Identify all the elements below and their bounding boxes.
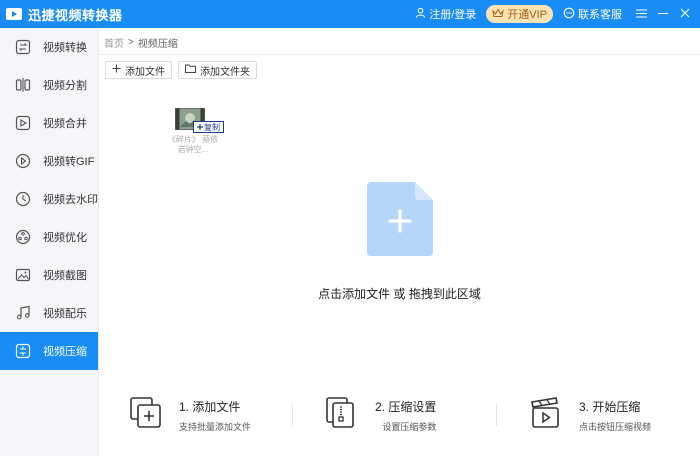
service-label: 联系客服 [578, 9, 622, 21]
screenshot-icon [14, 266, 32, 284]
close-icon [680, 7, 690, 21]
add-folder-label: 添加文件夹 [200, 66, 250, 78]
sidebar-item-watermark[interactable]: 视频去水印 [0, 180, 98, 218]
compress-settings-icon [325, 396, 359, 430]
close-button[interactable] [674, 0, 696, 28]
caption-line2: 岩钟空... [177, 145, 209, 154]
login-label: 注册/登录 [429, 9, 477, 21]
step-divider [292, 404, 293, 426]
sidebar-item-music[interactable]: 视频配乐 [0, 294, 98, 332]
music-icon [14, 304, 32, 322]
step-title: 2. 压缩设置 [375, 400, 437, 414]
drop-zone[interactable] [367, 182, 433, 256]
sidebar-item-label: 视频转GIF [43, 156, 95, 168]
sidebar-item-label: 视频合并 [43, 118, 87, 130]
title-bar: 迅捷视频转换器 注册/登录 开通VIP 联系客服 [0, 0, 700, 28]
add-file-label: 添加文件 [125, 66, 165, 78]
video-merge-icon [14, 114, 32, 132]
breadcrumb-divider [99, 54, 700, 55]
add-file-icon [367, 182, 433, 259]
plus-icon [112, 64, 121, 76]
crown-icon [492, 7, 505, 21]
menu-button[interactable] [630, 0, 652, 28]
breadcrumb-separator: > [128, 37, 134, 48]
step-compress-settings: 2. 压缩设置 设置压缩参数 [325, 392, 436, 433]
add-folder-button[interactable]: 添加文件夹 [178, 61, 257, 79]
step-desc: 点击按钮压缩视频 [579, 422, 652, 432]
user-icon [415, 7, 426, 21]
step-title: 3. 开始压缩 [579, 400, 641, 414]
app-title: 迅捷视频转换器 [28, 7, 123, 23]
step-desc: 设置压缩参数 [382, 422, 437, 432]
folder-icon [185, 64, 196, 76]
video-gif-icon [14, 152, 32, 170]
dragged-file-caption: 《碎片》 蔡依 岩钟空... [167, 135, 219, 155]
add-file-step-icon [129, 396, 163, 430]
sidebar-item-video-merge[interactable]: 视频合并 [0, 104, 98, 142]
video-optimize-icon [14, 228, 32, 246]
sidebar-item-label: 视频截图 [43, 270, 87, 282]
drop-zone-text: 点击添加文件 或 拖拽到此区域 [318, 287, 481, 301]
sidebar-item-label: 视频配乐 [43, 308, 87, 320]
sidebar-item-label: 视频压缩 [43, 346, 87, 358]
copy-badge: 复制 [193, 121, 224, 133]
app-logo-icon [5, 5, 23, 23]
compress-icon [14, 342, 32, 360]
add-file-button[interactable]: 添加文件 [105, 61, 172, 79]
watermark-icon [14, 190, 32, 208]
steps-bar: 1. 添加文件 支持批量添加文件 2. 压缩设置 设置压缩参数 3. 开始压缩 … [99, 392, 700, 448]
caption-line1: 《碎片》 蔡依 [167, 135, 219, 144]
sidebar-item-compress[interactable]: 视频压缩 [0, 332, 98, 370]
main-panel: 首页 > 视频压缩 添加文件 添加文件夹 复制 《碎片》 蔡依 岩钟空... 点… [99, 28, 700, 456]
vip-button[interactable]: 开通VIP [486, 5, 553, 23]
sidebar-item-video-convert[interactable]: 视频转换 [0, 28, 98, 66]
step-start-compress: 3. 开始压缩 点击按钮压缩视频 [529, 392, 651, 433]
start-compress-icon [529, 396, 563, 430]
sidebar-item-video-split[interactable]: 视频分割 [0, 66, 98, 104]
video-convert-icon [14, 38, 32, 56]
sidebar-item-label: 视频转换 [43, 42, 87, 54]
sidebar: 视频转换 视频分割 视频合并 视频转GIF 视频去水印 视频优化 视频截图 视频… [0, 28, 99, 456]
plus-icon [197, 123, 203, 132]
vip-label: 开通VIP [507, 9, 547, 21]
copy-badge-label: 复制 [204, 122, 220, 132]
step-desc: 支持批量添加文件 [179, 422, 252, 432]
breadcrumb-current: 视频压缩 [137, 39, 178, 50]
minimize-button[interactable] [652, 0, 674, 28]
sidebar-item-label: 视频去水印 [43, 194, 98, 206]
sidebar-item-label: 视频分割 [43, 80, 87, 92]
sidebar-item-video-gif[interactable]: 视频转GIF [0, 142, 98, 180]
sidebar-item-screenshot[interactable]: 视频截图 [0, 256, 98, 294]
chat-icon [563, 7, 575, 22]
video-split-icon [14, 76, 32, 94]
breadcrumb-home[interactable]: 首页 [104, 35, 124, 50]
breadcrumb: 首页 > 视频压缩 [104, 35, 178, 50]
step-add-file: 1. 添加文件 支持批量添加文件 [129, 392, 251, 433]
minimize-icon [658, 7, 668, 21]
step-title: 1. 添加文件 [179, 400, 241, 414]
hamburger-icon [635, 7, 647, 21]
sidebar-item-video-optimize[interactable]: 视频优化 [0, 218, 98, 256]
sidebar-item-label: 视频优化 [43, 232, 87, 244]
login-link[interactable]: 注册/登录 [415, 6, 476, 22]
contact-service-link[interactable]: 联系客服 [563, 6, 622, 22]
step-divider [496, 404, 497, 426]
